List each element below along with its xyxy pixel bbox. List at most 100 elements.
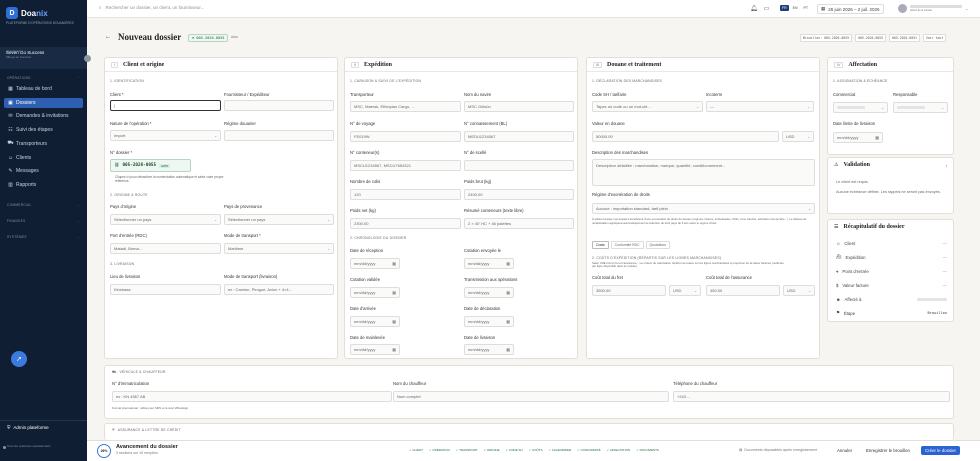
delivery-mode-input[interactable]: ex : Camion, Pirogue, Avion + 4×4... xyxy=(224,284,334,295)
tab-quotations[interactable]: Quotations xyxy=(645,241,670,249)
progress-step[interactable]: ✓ TRANSPORT xyxy=(456,448,478,452)
topbar: ⌕ Rechercher un dossier, un client, un fo… xyxy=(87,0,980,18)
goods-description-textarea[interactable]: Description détaillée : marchandise, mar… xyxy=(592,159,815,186)
summary-row: $ Valeur facture — xyxy=(836,282,947,288)
voyage-input[interactable]: FE019W xyxy=(350,131,461,142)
sidebar-item-5[interactable]: ☺ Clients xyxy=(4,153,83,163)
lang-en[interactable]: EN xyxy=(791,5,800,11)
responsible-select[interactable]: ⌄ xyxy=(893,102,948,113)
quote-validated-date-input[interactable]: mm/dd/yyyy ▦ xyxy=(350,287,400,298)
collapse-toggle[interactable] xyxy=(84,55,91,62)
declaration-date-input[interactable]: mm/dd/yyyy ▦ xyxy=(464,316,514,327)
delivery-date-input[interactable]: mm/dd/yyyy ▦ xyxy=(464,344,514,355)
progress-step[interactable]: ✓ ORIGINE xyxy=(484,448,500,452)
ops-transmission-date-input[interactable]: mm/dd/yyyy ▦ xyxy=(464,287,514,298)
dossier-number-field[interactable]: ⛓ 005-2026-0055 AUTO xyxy=(110,159,191,172)
rocket-icon[interactable]: ➚ xyxy=(11,351,27,367)
create-dossier-button[interactable]: Créer le dossier xyxy=(921,446,960,455)
section-commercial[interactable]: COMMERCIAL ⌄ xyxy=(7,203,80,207)
tab-costs[interactable]: Costs xyxy=(592,241,609,249)
incoterm-select[interactable]: — ⌄ xyxy=(706,101,814,112)
chat-icon[interactable]: ▭ xyxy=(764,5,770,12)
chevron-down-icon: ⌄ xyxy=(807,104,810,109)
progress-step[interactable]: ✓ DOCUMENTS xyxy=(636,448,659,452)
insurance-currency-select[interactable]: USD ⌄ xyxy=(783,285,815,296)
cancel-button[interactable]: Annuler xyxy=(833,446,856,455)
quote-sent-date-input[interactable]: mm/dd/yyyy ▦ xyxy=(464,258,514,269)
currency-select[interactable]: USD ⌄ xyxy=(782,131,814,142)
recent-dossier-1[interactable]: Brouillon: 005-2026-0055 xyxy=(800,34,853,42)
supplier-input[interactable] xyxy=(224,100,334,111)
sidebar-item-2[interactable]: ✉ Demandes & invitations xyxy=(4,111,83,121)
freight-cost-input[interactable]: 3500.00 xyxy=(592,285,666,296)
seal-input[interactable] xyxy=(464,160,574,171)
exemption-regime-select[interactable]: Aucune : importation standard, tarif ple… xyxy=(592,203,815,214)
document-icon: ▤ xyxy=(739,448,743,452)
section-operations[interactable]: OPÉRATIONS ⌃ xyxy=(7,76,80,80)
deadline-date-input[interactable]: mm/dd/yyyy ▦ xyxy=(833,132,883,143)
recent-dossier-3[interactable]: 005-2026-0051 xyxy=(889,34,920,42)
hs-code-input[interactable]: Tapez un code ou un mot-clé... ⌄ xyxy=(592,101,703,112)
lang-fr[interactable]: FR xyxy=(780,5,789,11)
freight-currency-select[interactable]: USD ⌄ xyxy=(669,285,701,296)
tab-compliance[interactable]: Conformité RDC xyxy=(610,241,644,249)
sidebar-item-6[interactable]: ✎ Messages xyxy=(4,166,83,176)
operation-select[interactable]: Import ⌄ xyxy=(110,130,221,141)
progress-step[interactable]: ✓ AFFECTATION xyxy=(607,448,631,452)
commercial-select[interactable]: ⌄ xyxy=(833,102,888,113)
chevron-down-icon: ⌄ xyxy=(214,217,217,222)
net-weight-input[interactable]: 2300.00 xyxy=(350,218,461,229)
global-search[interactable]: ⌕ Rechercher un dossier, un client, un fo… xyxy=(99,5,204,10)
origin-country-select[interactable]: Sélectionner un pays ⌄ xyxy=(110,214,221,225)
driver-name-input[interactable]: Nom complet xyxy=(393,391,669,402)
reception-date-input[interactable]: mm/dd/yyyy ▦ xyxy=(350,258,400,269)
progress-step[interactable]: ✓ COÛTS xyxy=(529,448,543,452)
user-menu[interactable]: Admin de la société ⌄ xyxy=(898,4,968,13)
progress-step[interactable]: ✓ CODE SH xyxy=(506,448,523,452)
sidebar-item-4[interactable]: ⛟ Transporteurs xyxy=(4,139,83,149)
date-range-picker[interactable]: ▦ 26 juin 2026 – 2 juil. 2026 xyxy=(817,4,884,14)
insurance-cost-input[interactable]: 450.00 xyxy=(706,285,780,296)
client-input[interactable]: | xyxy=(110,100,221,111)
ship-name-input[interactable]: MSC Gülsün xyxy=(464,101,574,112)
delivery-place-input[interactable]: Kinshasa xyxy=(110,284,221,295)
regime-input[interactable] xyxy=(224,130,334,141)
progress-step[interactable]: ✓ CALENDRIER xyxy=(548,448,571,452)
chevron-icon[interactable]: ‹ xyxy=(946,163,947,168)
gross-weight-input[interactable]: 2400.00 xyxy=(464,189,574,200)
customs-value-input[interactable]: 50000.00 xyxy=(592,131,779,142)
bl-input[interactable]: MEDU1234567 xyxy=(464,131,574,142)
admin-platform-link[interactable]: ⛨ Admin plateforme xyxy=(0,420,87,434)
section-finances[interactable]: FINANCES ⌄ xyxy=(7,219,80,223)
section-systems[interactable]: SYSTÈMES ⌄ xyxy=(7,235,80,239)
progress-step[interactable]: ✓ CONFORMITÉ xyxy=(577,448,601,452)
see-all-button[interactable]: Voir tout xyxy=(922,34,947,42)
progress-step[interactable]: ✓ OPÉRATION xyxy=(429,448,450,452)
chart-icon: ▥ xyxy=(8,181,13,188)
sidebar-item-0[interactable]: ▦ Tableau de bord xyxy=(4,84,83,94)
container-summary-input[interactable]: 2 × 40' HC + 46 palettes xyxy=(464,218,574,229)
back-arrow-icon[interactable]: ← xyxy=(105,34,111,40)
arrival-date-input[interactable]: mm/dd/yyyy ▦ xyxy=(350,316,400,327)
provenance-country-select[interactable]: Sélectionner un pays ⌄ xyxy=(224,214,334,225)
driver-phone-input[interactable]: +243 ... xyxy=(673,391,950,402)
save-draft-button[interactable]: Enregistrer le brouillon xyxy=(862,446,914,455)
bell-icon[interactable]: 🔔︎ xyxy=(750,5,758,12)
page-header: ← Nouveau dossier ⊕ 005-2026-0055 Auto B… xyxy=(100,30,960,46)
packages-input[interactable]: 120 xyxy=(350,189,461,200)
progress-step[interactable]: ✓ CLIENT xyxy=(409,448,423,452)
transport-mode-select[interactable]: Maritime ⌄ xyxy=(224,243,334,254)
sidebar-item-7[interactable]: ▥ Rapports xyxy=(4,180,83,190)
container-input[interactable]: MSCU1234567, MSCU7654321 xyxy=(350,160,461,171)
plate-input[interactable]: ex : KN 4567 AB xyxy=(112,391,392,402)
sidebar: D Doanix Plateforme d'opérations douaniè… xyxy=(0,0,91,461)
port-input[interactable]: Matadi, Boma... xyxy=(110,243,221,254)
sidebar-item-3[interactable]: ☷ Suivi des étapes xyxy=(4,125,83,135)
carrier-input[interactable]: MSC, Maersk, Ethiopian Cargo, ... xyxy=(350,101,461,112)
lang-pt[interactable]: PT xyxy=(802,5,810,11)
recent-dossier-2[interactable]: 005-2026-0055 xyxy=(855,34,887,42)
sidebar-item-1[interactable]: ▣ Dossiers xyxy=(4,97,83,108)
release-date-input[interactable]: mm/dd/yyyy ▦ xyxy=(350,344,400,355)
brand-logo[interactable]: D Doanix xyxy=(6,7,48,19)
org-switcher[interactable]: Organisation Seven Go Success Mbeya se S… xyxy=(0,47,87,69)
